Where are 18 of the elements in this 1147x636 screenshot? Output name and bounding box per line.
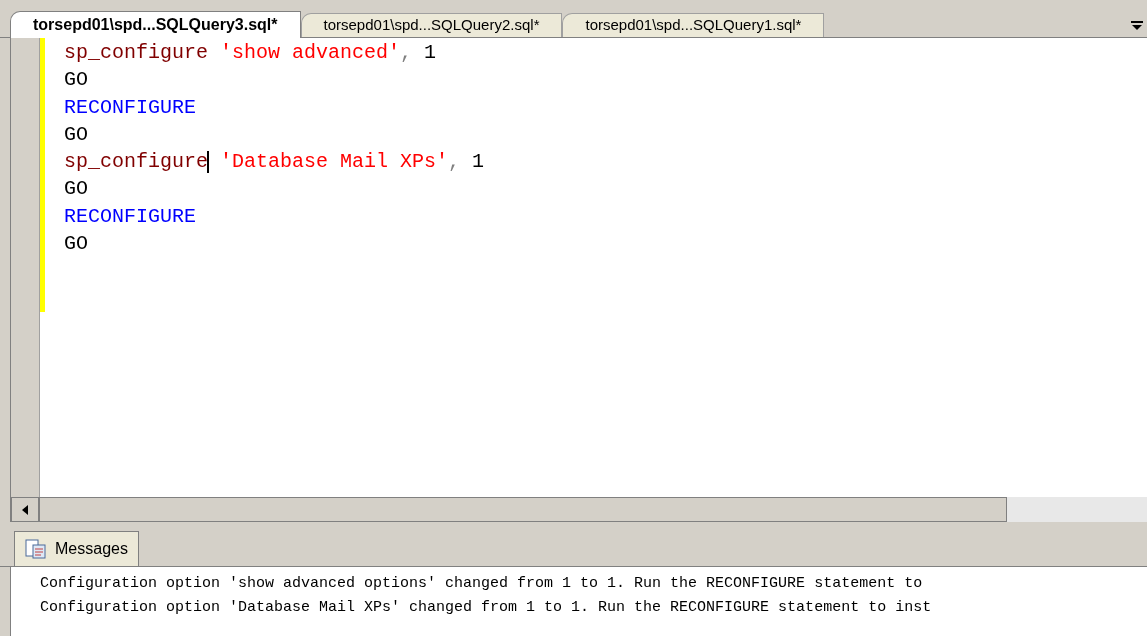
code-line: RECONFIGURE: [64, 203, 198, 230]
scroll-left-button[interactable]: [11, 497, 39, 522]
code-line: GO: [64, 67, 89, 94]
code-line: GO: [64, 121, 89, 148]
message-line: Configuration option 'show advanced options' changed from 1 to 1. Run the RECONFIGURE statement to: [40, 574, 923, 594]
messages-icon: [25, 539, 47, 559]
document-tab[interactable]: torsepd01\spd...SQLQuery3.sql*: [10, 11, 301, 38]
code-line: GO: [64, 231, 89, 258]
left-arrow-icon: [22, 504, 28, 515]
dropdown-icon[interactable]: [1131, 21, 1143, 31]
document-tab[interactable]: torsepd01\spd...SQLQuery2.sql*: [300, 13, 563, 37]
message-line: Configuration option 'Database Mail XPs' changed from 1 to 1. Run the RECONFIGURE statement to inst: [40, 598, 932, 618]
code-line: sp_configure 'show advanced', 1: [64, 40, 438, 66]
code-line: sp_configure 'Database Mail XPs', 1: [64, 149, 486, 176]
messages-tab[interactable]: Messages: [14, 531, 139, 566]
document-tab[interactable]: torsepd01\spd...SQLQuery1.sql*: [562, 13, 825, 37]
code-line: GO: [64, 176, 89, 203]
code-line: RECONFIGURE: [64, 94, 198, 121]
